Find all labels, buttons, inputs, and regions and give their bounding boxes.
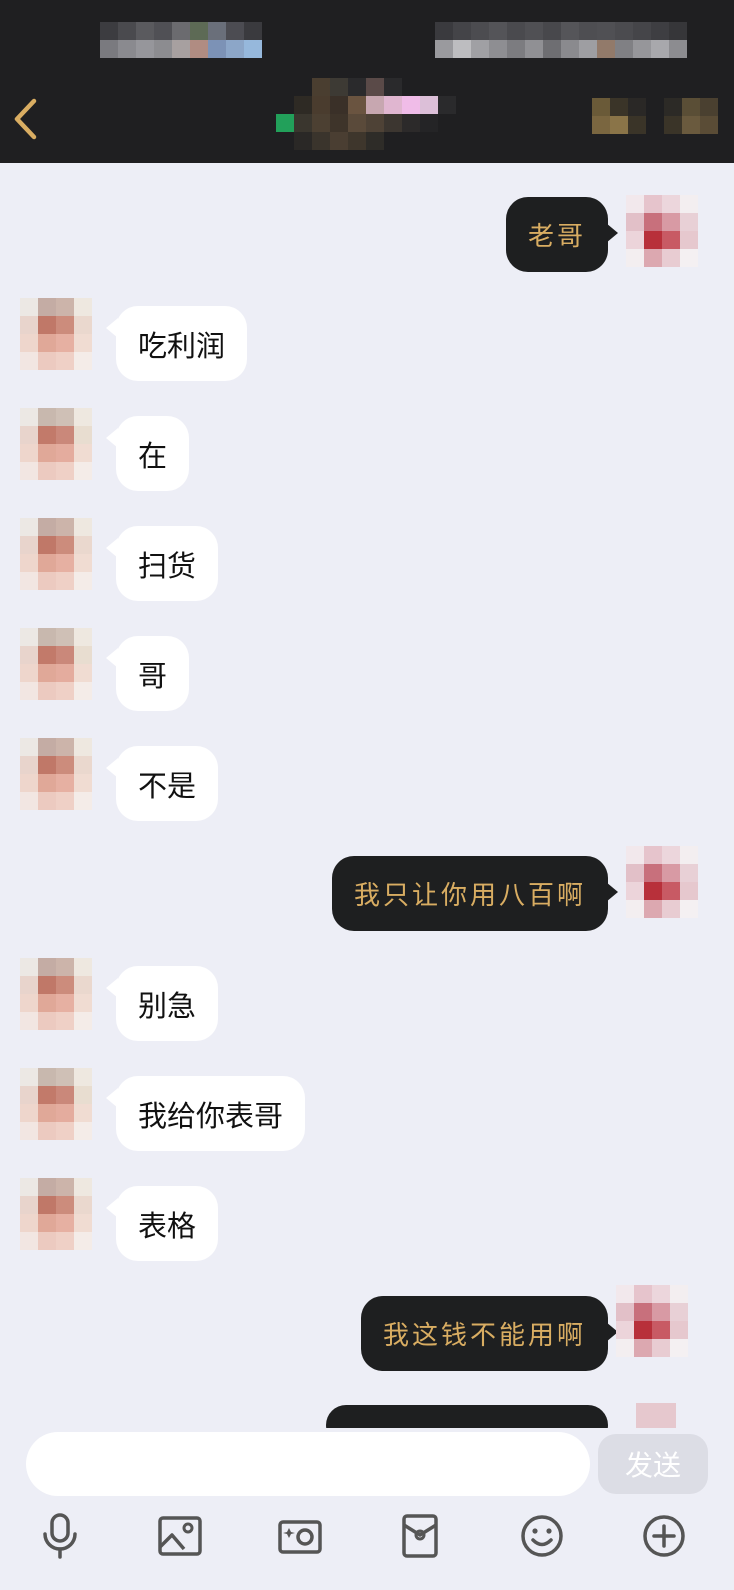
voice-button[interactable] bbox=[30, 1506, 90, 1566]
contact-avatar[interactable] bbox=[20, 1068, 98, 1146]
contact-avatar[interactable] bbox=[20, 628, 98, 706]
outgoing-message[interactable]: 我只让你用八百啊 bbox=[331, 856, 619, 931]
incoming-message[interactable]: 哥 bbox=[105, 636, 190, 711]
message-text: 我这钱不能用啊 bbox=[382, 1321, 586, 1351]
image-icon bbox=[158, 1516, 202, 1556]
message-text: 不是 bbox=[138, 768, 197, 803]
my-avatar[interactable] bbox=[626, 195, 704, 273]
composer-toolbar bbox=[0, 1506, 734, 1576]
red-packet-button[interactable] bbox=[390, 1506, 450, 1566]
outgoing-message[interactable]: 老哥 bbox=[505, 197, 619, 272]
incoming-message[interactable]: 吃利润 bbox=[105, 306, 248, 381]
chat-header bbox=[0, 0, 734, 163]
my-avatar-partial[interactable] bbox=[636, 1403, 676, 1428]
image-button[interactable] bbox=[150, 1506, 210, 1566]
contact-avatar[interactable] bbox=[20, 738, 98, 816]
emoji-icon bbox=[521, 1515, 563, 1557]
header-actions-blurred[interactable] bbox=[592, 98, 718, 134]
message-text: 哥 bbox=[138, 658, 168, 693]
camera-icon bbox=[278, 1520, 322, 1554]
incoming-message[interactable]: 表格 bbox=[105, 1186, 219, 1261]
message-text: 别急 bbox=[138, 988, 197, 1023]
my-avatar[interactable] bbox=[626, 846, 704, 924]
message-text: 我只让你用八百啊 bbox=[353, 881, 586, 911]
contact-avatar[interactable] bbox=[20, 408, 98, 486]
red-packet-icon bbox=[402, 1514, 438, 1558]
camera-button[interactable] bbox=[270, 1506, 330, 1566]
incoming-message[interactable]: 扫货 bbox=[105, 526, 219, 601]
incoming-message[interactable]: 不是 bbox=[105, 746, 219, 821]
message-text: 老哥 bbox=[527, 222, 586, 252]
status-bar-blurred-left bbox=[100, 22, 262, 58]
incoming-message[interactable]: 别急 bbox=[105, 966, 219, 1041]
message-text: 我给你表哥 bbox=[138, 1098, 284, 1133]
message-input[interactable] bbox=[26, 1432, 590, 1496]
contact-avatar[interactable] bbox=[20, 298, 98, 376]
message-text: 吃利润 bbox=[138, 328, 226, 363]
contact-avatar[interactable] bbox=[20, 1178, 98, 1256]
chevron-left-icon bbox=[14, 98, 37, 140]
outgoing-message[interactable]: 我这钱不能用啊 bbox=[360, 1296, 619, 1371]
back-button[interactable] bbox=[6, 96, 44, 142]
message-text: 表格 bbox=[138, 1208, 197, 1243]
message-list[interactable]: 老哥 吃利润 在 扫货 哥 不是 我只让你用八百啊 别急 我给你表哥 表格 我这… bbox=[0, 163, 734, 1428]
my-avatar[interactable] bbox=[616, 1285, 694, 1363]
message-text: 扫货 bbox=[138, 548, 197, 583]
contact-avatar[interactable] bbox=[20, 518, 98, 596]
microphone-icon bbox=[43, 1513, 77, 1559]
send-button[interactable]: 发送 bbox=[598, 1434, 708, 1494]
emoji-button[interactable] bbox=[512, 1506, 572, 1566]
more-button[interactable] bbox=[634, 1506, 694, 1566]
status-bar-blurred-right bbox=[435, 22, 687, 58]
contact-avatar[interactable] bbox=[20, 958, 98, 1036]
composer: 发送 bbox=[0, 1428, 734, 1590]
incoming-message[interactable]: 我给你表哥 bbox=[105, 1076, 306, 1151]
plus-icon bbox=[643, 1515, 685, 1557]
message-text: 在 bbox=[138, 438, 168, 473]
outgoing-message-partial[interactable] bbox=[326, 1405, 608, 1428]
incoming-message[interactable]: 在 bbox=[105, 416, 190, 491]
chat-title-blurred bbox=[276, 78, 474, 150]
